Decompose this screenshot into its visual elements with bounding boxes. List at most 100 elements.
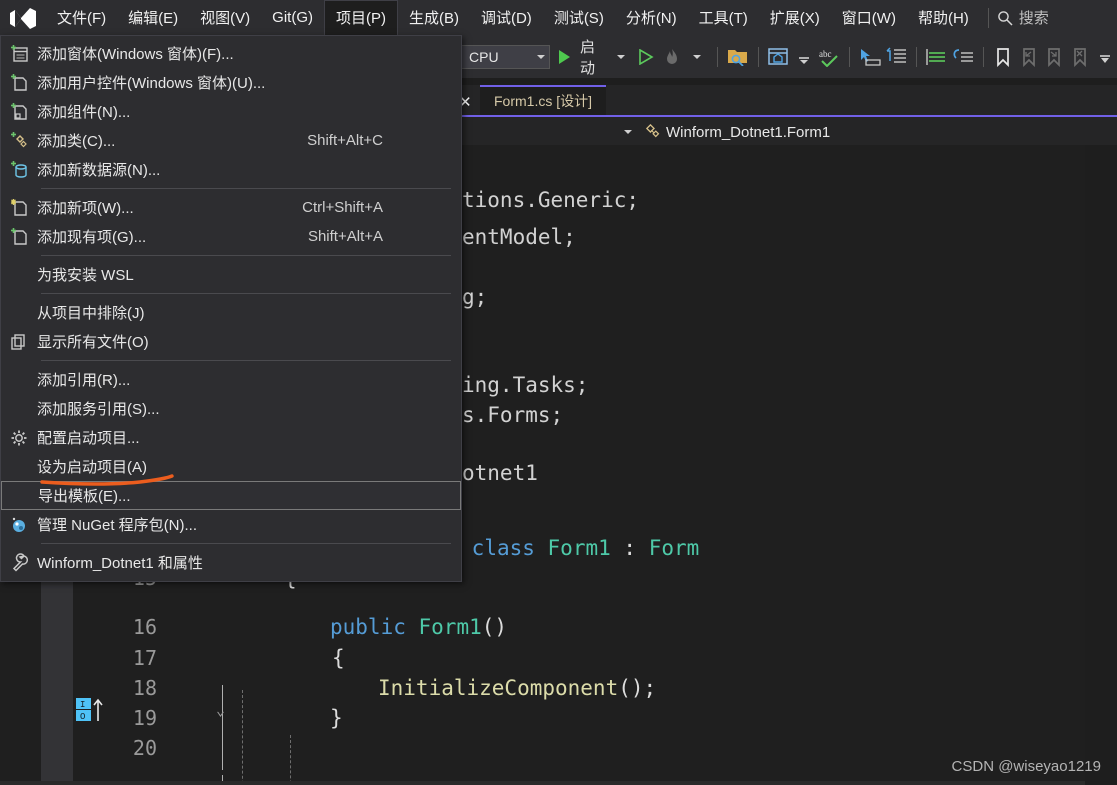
tab-label: Form1.cs [设计] [494,93,593,109]
menubar-item-label: 调试(D) [480,10,532,27]
breadcrumb-type-label: Winform_Dotnet1.Form1 [666,123,831,141]
horizontal-scrollbar[interactable] [0,781,1085,785]
breadcrumb-type-dropdown[interactable]: Winform_Dotnet1.Form1 [645,119,830,145]
menubar-item-10[interactable]: 扩展(X) [759,0,831,35]
start-debug-button[interactable] [552,43,576,71]
hot-reload-button[interactable] [660,43,684,71]
menu-item-icon-empty [1,260,37,289]
menu-item-4[interactable]: 添加新数据源(N)... [1,155,461,184]
menu-item-8[interactable]: 从项目中排除(J) [1,298,461,327]
comment-button[interactable] [925,43,949,71]
menu-item-6[interactable]: 添加现有项(G)... Shift+Alt+A [1,222,461,251]
menubar-item-1[interactable]: 编辑(E) [117,0,189,35]
menu-item-shortcut: Ctrl+Shift+A [302,199,383,216]
indent-icon [886,46,906,63]
fold-chevron-icon[interactable]: ⌄ [216,701,225,719]
menu-separator [41,293,451,294]
hot-reload-dropdown[interactable] [686,43,710,71]
tab-form1-cs-design[interactable]: Form1.cs [设计] [480,85,607,115]
start-without-debugging-button[interactable] [635,43,659,71]
menu-item-label: 从项目中排除(J) [37,305,145,322]
toolbar-divider [717,46,719,67]
toolbar-divider [915,46,917,67]
menubar-item-12[interactable]: 帮助(H) [907,0,980,35]
menu-item-12[interactable]: 配置启动项目... [1,423,461,452]
wrench-icon [12,552,28,572]
code-text: tions.Generic; [462,188,640,212]
code-token: } [330,706,343,730]
platform-target-value: CPU [469,48,499,65]
menubar-item-3[interactable]: Git(G) [261,0,324,35]
menu-separator [41,360,451,361]
menu-item-icon-empty [1,365,37,394]
prev-bookmark-button[interactable] [1017,43,1041,71]
code-token: InitializeComponent [378,676,619,700]
start-debug-label[interactable]: 启动 [578,36,607,78]
select-tool-button[interactable] [858,43,882,71]
menu-item-16[interactable]: Winform_Dotnet1 和属性 [1,548,461,577]
menu-item-9[interactable]: 显示所有文件(O) [1,327,461,356]
menu-item-1[interactable]: 添加用户控件(Windows 窗体)(U)... [1,68,461,97]
code-token: Form1 [547,536,611,560]
toolbar-divider [757,46,759,67]
menu-item-icon-empty [1,298,37,327]
menubar-item-9[interactable]: 工具(T) [688,0,759,35]
menu-separator [41,255,451,256]
menubar-item-8[interactable]: 分析(N) [615,0,688,35]
next-bookmark-button[interactable] [1043,43,1067,71]
menu-item-7[interactable]: 为我安装 WSL [1,260,461,289]
menu-item-icon-empty [2,481,38,510]
add-datasource-icon [11,160,27,178]
search-box[interactable]: 搜索 [997,7,1049,28]
menubar-item-label: 工具(T) [698,10,748,27]
menubar-item-label: 项目(P) [335,10,386,27]
add-usercontrol-icon [11,73,27,91]
open-folder-button[interactable] [726,43,750,71]
code-line: public Form1() [330,607,507,647]
menubar-item-0[interactable]: 文件(F) [46,0,117,35]
document-tab-strip: Form1.cs [设计] [455,85,1117,115]
menu-item-icon-empty [1,394,37,423]
toolbar-divider [982,46,984,67]
menu-item-10[interactable]: 添加引用(R)... [1,365,461,394]
menubar-item-2[interactable]: 视图(V) [189,0,261,35]
project-menu-dropdown[interactable]: 添加窗体(Windows 窗体)(F)... 添加用户控件(Windows 窗体)… [0,35,462,582]
menubar-item-5[interactable]: 生成(B) [398,0,470,35]
uncomment-button[interactable] [951,43,975,71]
breadcrumb-scope-dropdown[interactable] [455,119,640,145]
svg-text:O: O [80,712,85,722]
menu-item-13[interactable]: 设为启动项目(A) [1,452,461,481]
menu-item-label: 导出模板(E)... [38,488,131,505]
menu-item-label: 添加服务引用(S)... [37,401,160,418]
menu-item-14[interactable]: 导出模板(E)... [1,481,461,510]
menu-item-2[interactable]: 添加组件(N)... [1,97,461,126]
menu-item-11[interactable]: 添加服务引用(S)... [1,394,461,423]
bookmark-icon [997,47,1010,67]
menu-item-3[interactable]: 添加类(C)... Shift+Alt+C [1,126,461,155]
spellcheck-button[interactable]: abc [817,43,841,71]
menu-item-15[interactable]: 管理 NuGet 程序包(N)... [1,510,461,539]
menubar-item-label: 编辑(E) [128,10,179,27]
menu-item-5[interactable]: 添加新项(W)... Ctrl+Shift+A [1,193,461,222]
open-folder-icon [727,50,747,66]
menubar-item-7[interactable]: 测试(S) [543,0,615,35]
menu-item-0[interactable]: 添加窗体(Windows 窗体)(F)... [1,39,461,68]
indent-button[interactable] [884,43,908,71]
toolbar-more-button[interactable] [792,43,816,71]
menubar-item-4[interactable]: 项目(P) [323,0,398,36]
clear-bookmarks-button[interactable] [1068,43,1092,71]
toolbar-overflow-button[interactable] [1094,43,1117,71]
new-item-icon [1,193,37,222]
start-debug-dropdown[interactable] [609,43,633,71]
hot-reload-icon [666,48,677,64]
code-token: : [610,536,649,560]
menubar-item-label: 文件(F) [57,10,107,27]
chevron-down-icon [616,54,625,59]
platform-target-combobox[interactable]: CPU [460,44,551,69]
menu-separator [41,188,451,189]
toggle-bookmark-button[interactable] [991,43,1015,71]
svg-text:abc: abc [819,49,832,59]
menubar-item-11[interactable]: 窗口(W) [831,0,907,35]
home-window-button[interactable] [766,43,790,71]
menubar-item-6[interactable]: 调试(D) [470,0,543,35]
